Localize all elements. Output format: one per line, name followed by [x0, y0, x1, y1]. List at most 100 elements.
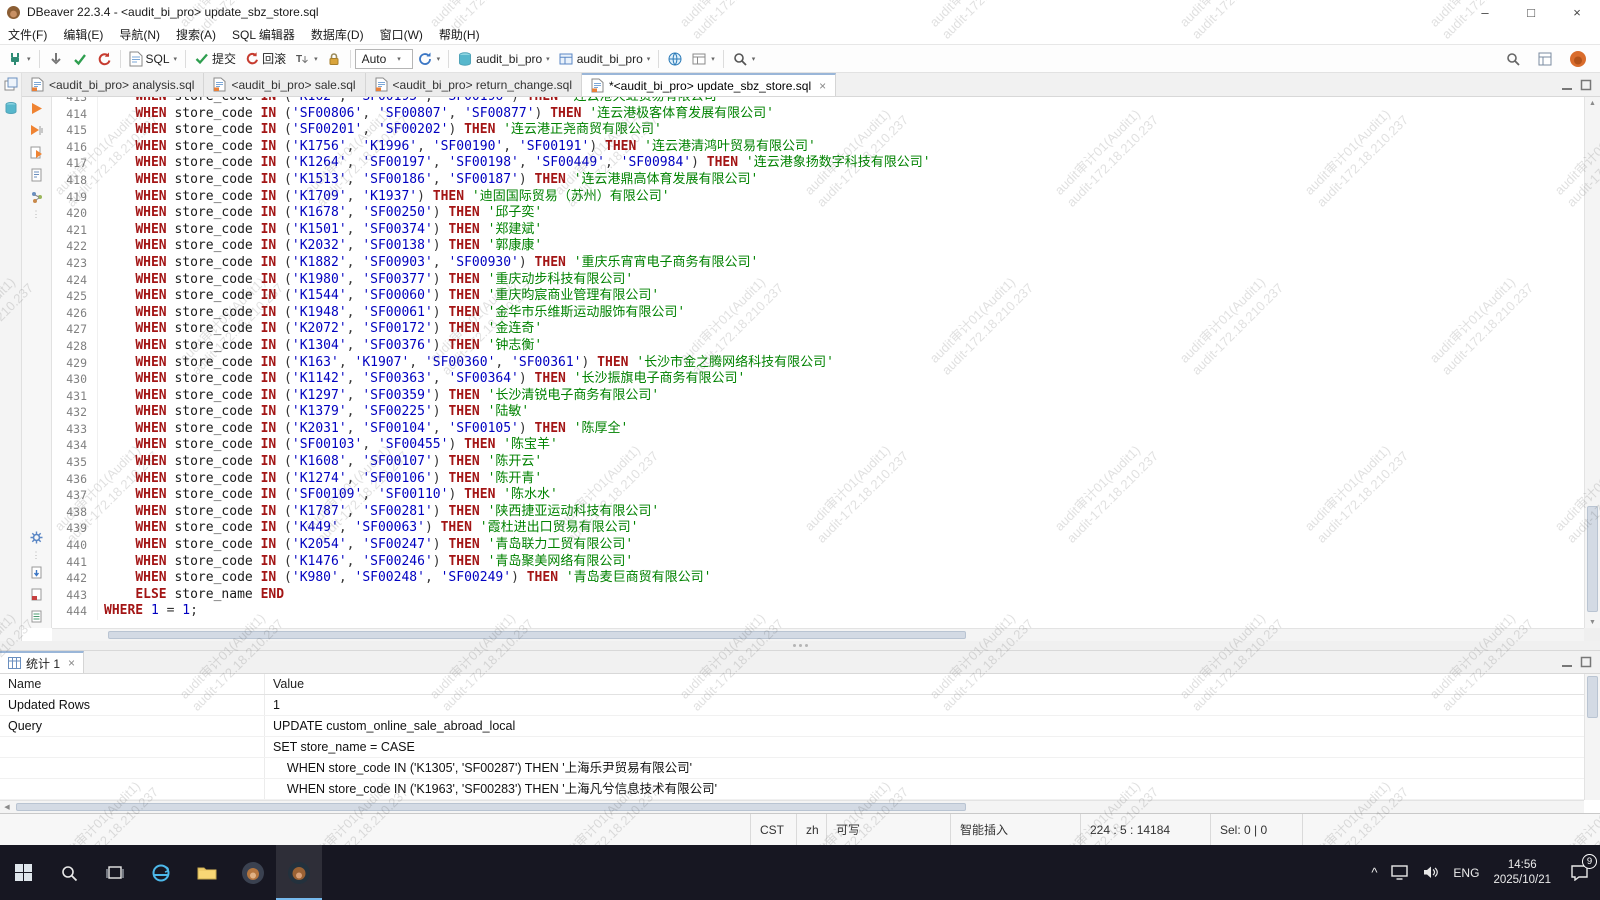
dbeaver-community-icon[interactable]: [1565, 48, 1591, 70]
execute-new-tab-button[interactable]: [29, 145, 44, 160]
scroll-left-icon[interactable]: ◀: [0, 801, 14, 813]
stats-vscroll-thumb[interactable]: [1587, 676, 1598, 718]
tray-expand-chevron[interactable]: ^: [1364, 845, 1384, 900]
editor-vscroll-thumb[interactable]: [1587, 506, 1598, 612]
stats-cell-value[interactable]: UPDATE custom_online_sale_abroad_local: [265, 716, 1584, 736]
stats-row-3[interactable]: SET store_name = CASE: [0, 737, 1584, 758]
minimize-button[interactable]: –: [1462, 0, 1508, 24]
restore-view-icon[interactable]: [4, 77, 18, 91]
code-text[interactable]: WHEN store_code IN ('K162', 'SF00195', '…: [98, 97, 725, 106]
perspective-icon-button[interactable]: [1533, 49, 1557, 69]
execute-statement-button[interactable]: [29, 101, 44, 116]
export-result-button[interactable]: [29, 609, 44, 624]
fetch-next-icon-button[interactable]: [44, 49, 68, 69]
stats-header-value[interactable]: Value: [265, 674, 1584, 694]
open-file-button[interactable]: [29, 587, 44, 602]
editor-tab-4[interactable]: *<audit_bi_pro> update_sbz_store.sql×: [582, 73, 836, 96]
file-explorer-button[interactable]: [184, 845, 230, 900]
code-text[interactable]: WHEN store_code IN ('SF00806', 'SF00807'…: [98, 106, 774, 123]
stats-vscrollbar[interactable]: [1584, 674, 1600, 800]
quick-commit-icon-button[interactable]: [68, 49, 92, 69]
editor-hscrollbar[interactable]: [52, 628, 1584, 641]
task-view-button[interactable]: [92, 845, 138, 900]
search-menu-button[interactable]: ▾: [728, 49, 760, 69]
code-text[interactable]: WHEN store_code IN ('K2031', 'SF00104', …: [98, 421, 628, 438]
stats-cell-value[interactable]: WHEN store_code IN ('K1963', 'SF00283') …: [265, 779, 1584, 799]
maximize-editor-icon[interactable]: [1580, 79, 1592, 91]
code-text[interactable]: WHEN store_code IN ('K1678', 'SF00250') …: [98, 205, 542, 222]
code-text[interactable]: WHEN store_code IN ('K2032', 'SF00138') …: [98, 238, 542, 255]
rollback-button[interactable]: 回滚: [240, 48, 290, 69]
stats-cell-name[interactable]: Updated Rows: [0, 695, 265, 715]
code-text[interactable]: ELSE store_name END: [98, 587, 284, 604]
commit-button[interactable]: 提交: [190, 48, 240, 69]
maximize-panel-icon[interactable]: [1580, 656, 1592, 668]
panel-sash[interactable]: [0, 641, 1600, 651]
code-text[interactable]: WHEN store_code IN ('K1297', 'SF00359') …: [98, 388, 659, 405]
save-to-file-button[interactable]: [29, 565, 44, 580]
code-text[interactable]: WHEN store_code IN ('SF00109', 'SF00110'…: [98, 487, 558, 504]
code-text[interactable]: WHEN store_code IN ('K1948', 'SF00061') …: [98, 305, 685, 322]
stats-cell-value[interactable]: SET store_name = CASE: [265, 737, 1584, 757]
stats-cell-value[interactable]: WHEN store_code IN ('K1305', 'SF00287') …: [265, 758, 1584, 778]
editor-tab-2[interactable]: <audit_bi_pro> sale.sql: [204, 73, 365, 96]
code-text[interactable]: WHEN store_code IN ('K1264', 'SF00197', …: [98, 155, 931, 172]
code-text[interactable]: WHEN store_code IN ('K1787', 'SF00281') …: [98, 504, 659, 521]
menu-item-2[interactable]: 编辑(E): [55, 24, 111, 45]
dbeaver-app-button-active[interactable]: [276, 845, 322, 900]
menu-item-1[interactable]: 文件(F): [0, 24, 55, 45]
schema-selector[interactable]: audit_bi_pro ▾: [554, 49, 655, 69]
menu-item-6[interactable]: 数据库(D): [303, 24, 372, 45]
scroll-up-icon[interactable]: ▲: [1585, 97, 1600, 109]
menu-item-7[interactable]: 窗口(W): [372, 24, 431, 45]
code-text[interactable]: WHEN store_code IN ('K1756', 'K1996', 'S…: [98, 139, 816, 156]
code-text[interactable]: WHEN store_code IN ('K449', 'SF00063') T…: [98, 520, 638, 537]
code-text[interactable]: WHEN store_code IN ('K1980', 'SF00377') …: [98, 272, 633, 289]
code-text[interactable]: WHEN store_code IN ('K1882', 'SF00903', …: [98, 255, 758, 272]
menu-item-8[interactable]: 帮助(H): [431, 24, 488, 45]
start-button[interactable]: [0, 845, 46, 900]
minimize-editor-icon[interactable]: [1561, 79, 1573, 91]
maximize-button[interactable]: □: [1508, 0, 1554, 24]
code-text[interactable]: WHEN store_code IN ('K1544', 'SF00060') …: [98, 288, 659, 305]
dashboard-button[interactable]: ▾: [687, 49, 719, 69]
code-text[interactable]: WHERE 1 = 1;: [98, 603, 198, 620]
code-text[interactable]: WHEN store_code IN ('SF00103', 'SF00455'…: [98, 437, 558, 454]
code-text[interactable]: WHEN store_code IN ('K1274', 'SF00106') …: [98, 471, 542, 488]
stats-row-4[interactable]: WHEN store_code IN ('K1305', 'SF00287') …: [0, 758, 1584, 779]
stats-row-1[interactable]: Updated Rows1: [0, 695, 1584, 716]
stats-row-2[interactable]: QueryUPDATE custom_online_sale_abroad_lo…: [0, 716, 1584, 737]
code-text[interactable]: WHEN store_code IN ('K980', 'SF00248', '…: [98, 570, 712, 587]
stats-tab[interactable]: 统计 1 ×: [0, 651, 84, 673]
scroll-down-icon[interactable]: ▼: [1585, 616, 1600, 628]
editor-hscroll-thumb[interactable]: [108, 631, 966, 639]
code-text[interactable]: WHEN store_code IN ('K1142', 'SF00363', …: [98, 371, 745, 388]
stats-cell-name[interactable]: [0, 737, 265, 757]
code-text[interactable]: WHEN store_code IN ('SF00201', 'SF00202'…: [98, 122, 662, 139]
dbeaver-app-button[interactable]: [230, 845, 276, 900]
code-text[interactable]: WHEN store_code IN ('K1476', 'SF00246') …: [98, 554, 633, 571]
tab-close-icon[interactable]: ×: [819, 79, 826, 93]
stats-hscrollbar[interactable]: ◀: [0, 800, 1584, 813]
tray-volume-icon[interactable]: [1415, 845, 1446, 900]
code-text[interactable]: WHEN store_code IN ('K2054', 'SF00247') …: [98, 537, 633, 554]
database-navigator-icon[interactable]: [4, 101, 18, 115]
code-text[interactable]: WHEN store_code IN ('K1709', 'K1937') TH…: [98, 189, 670, 206]
editor-tab-1[interactable]: <audit_bi_pro> analysis.sql: [22, 73, 204, 96]
ie-browser-button[interactable]: [138, 845, 184, 900]
globe-icon-button[interactable]: [663, 49, 687, 69]
refresh-button[interactable]: ▾: [413, 49, 445, 69]
stats-cell-value[interactable]: 1: [265, 695, 1584, 715]
tray-clock[interactable]: 14:56 2025/10/21: [1486, 845, 1558, 900]
open-connection-button[interactable]: ▾: [3, 49, 35, 69]
quick-rollback-icon-button[interactable]: [92, 49, 116, 69]
tray-display-icon[interactable]: [1384, 845, 1415, 900]
stats-cell-name[interactable]: Query: [0, 716, 265, 736]
stats-hscroll-thumb[interactable]: [16, 803, 966, 811]
sql-editor[interactable]: 413 WHEN store_code IN ('K162', 'SF00195…: [52, 97, 1584, 628]
editor-tab-3[interactable]: <audit_bi_pro> return_change.sql: [366, 73, 582, 96]
menu-item-5[interactable]: SQL 编辑器: [224, 24, 303, 45]
sql-menu-button[interactable]: SQL ▾: [125, 49, 182, 69]
stats-cell-name[interactable]: [0, 779, 265, 799]
code-text[interactable]: WHEN store_code IN ('K163', 'K1907', 'SF…: [98, 355, 834, 372]
